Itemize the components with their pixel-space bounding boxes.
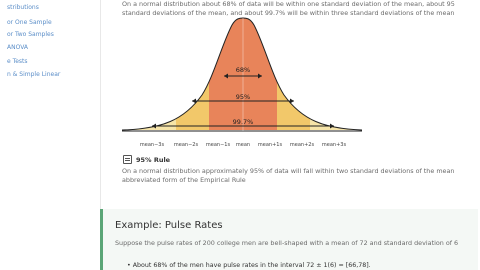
rule-title: 95% Rule	[136, 155, 171, 164]
example-text: Suppose the pulse rates of 200 college m…	[115, 239, 459, 247]
label-997: 99.7%	[233, 118, 254, 126]
label-68: 68%	[236, 66, 250, 74]
normal-curve-figure: 68% 95% 99.7% mean−3s mean−2s mean−1s me…	[122, 17, 362, 148]
rule-line-1: On a normal distribution approximately 9…	[122, 167, 455, 175]
example-bullet: • About 68% of the men have pulse rates …	[127, 262, 371, 269]
tick-mean: mean	[236, 142, 250, 148]
example-bullet-text: About 68% of the men have pulse rates in…	[132, 262, 371, 269]
tick-p1: mean+1s	[258, 142, 283, 148]
rule-heading: 95% Rule	[123, 155, 170, 164]
tick-m2: mean−2s	[174, 142, 199, 148]
list-icon	[123, 155, 132, 164]
example-title: Example: Pulse Rates	[115, 220, 223, 231]
sidebar-item-anova[interactable]: ANOVA	[7, 44, 28, 51]
example-box: Example: Pulse Rates Suppose the pulse r…	[100, 209, 478, 270]
sidebar-item-two-samples[interactable]: or Two Samples	[7, 31, 54, 38]
sidebar-item-simple-linear[interactable]: n & Simple Linear	[7, 71, 60, 78]
sidebar-nav: stributions or One Sample or Two Samples…	[0, 0, 90, 270]
rule-line-2: abbreviated form of the Empirical Rule	[122, 176, 246, 184]
tick-m1: mean−1s	[206, 142, 231, 148]
tick-p3: mean+3s	[322, 142, 347, 148]
sidebar-item-one-sample[interactable]: or One Sample	[7, 19, 52, 26]
sidebar-item-distributions[interactable]: stributions	[7, 4, 39, 11]
sidebar-item-tests[interactable]: e Tests	[7, 58, 28, 65]
label-95: 95%	[236, 93, 250, 101]
tick-p2: mean+2s	[290, 142, 315, 148]
tick-m3: mean−3s	[140, 142, 165, 148]
